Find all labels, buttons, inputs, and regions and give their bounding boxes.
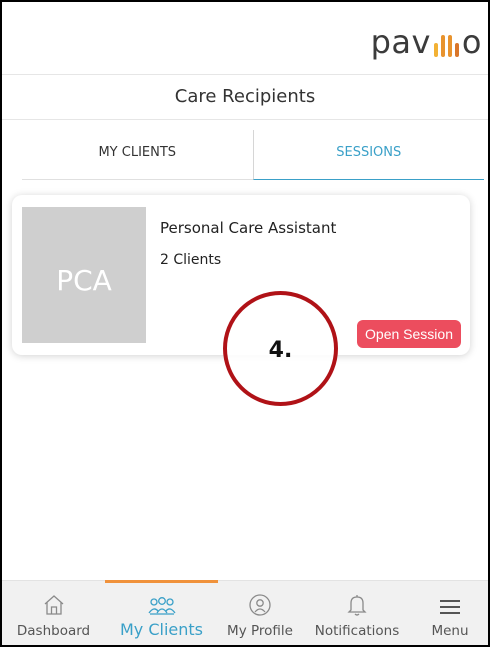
- nav-my-clients[interactable]: My Clients: [105, 580, 218, 645]
- bottom-nav: Dashboard My Clients My Profile Notifica…: [2, 580, 488, 645]
- nav-notifications[interactable]: Notifications: [302, 581, 412, 645]
- pavillio-logo: pav o: [371, 22, 482, 62]
- nav-menu[interactable]: Menu: [412, 581, 488, 645]
- tab-my-clients[interactable]: MY CLIENTS: [22, 130, 253, 180]
- nav-my-clients-label: My Clients: [119, 620, 203, 639]
- open-session-button[interactable]: Open Session: [357, 320, 461, 348]
- nav-dashboard-label: Dashboard: [16, 623, 91, 639]
- avatar-initials: PCA: [56, 263, 112, 297]
- page-title-bar: Care Recipients: [2, 75, 488, 120]
- logo-bar: [433, 43, 438, 57]
- logo-bar: [454, 43, 459, 57]
- top-bar: pav o: [2, 2, 488, 75]
- nav-my-profile[interactable]: My Profile: [218, 581, 302, 645]
- menu-icon: [412, 581, 488, 617]
- nav-notifications-label: Notifications: [314, 623, 400, 639]
- logo-text-left: pav: [370, 23, 431, 61]
- clients-icon: [105, 581, 218, 617]
- logo-bar: [440, 35, 445, 57]
- tab-sessions-label: SESSIONS: [336, 145, 402, 160]
- nav-my-profile-label: My Profile: [227, 623, 293, 639]
- step-annotation-label: 4.: [268, 338, 293, 363]
- step-annotation-marker: 4.: [223, 291, 338, 406]
- logo-text-right: o: [461, 23, 482, 61]
- nav-dashboard[interactable]: Dashboard: [2, 581, 105, 645]
- logo-bars-icon: [433, 29, 459, 57]
- home-icon: [2, 581, 105, 617]
- tab-bar: MY CLIENTS SESSIONS: [22, 130, 484, 180]
- card-avatar: PCA: [22, 207, 146, 343]
- profile-icon: [218, 581, 302, 617]
- card-title: Personal Care Assistant: [160, 219, 337, 237]
- nav-menu-label: Menu: [431, 623, 469, 639]
- app-frame: pav o Care Recipients MY CLIENTS SESSION…: [0, 0, 490, 647]
- tab-sessions[interactable]: SESSIONS: [252, 130, 484, 180]
- card-client-count: 2 Clients: [160, 252, 222, 268]
- page-title: Care Recipients: [174, 86, 316, 107]
- logo-bar: [447, 35, 452, 57]
- tab-my-clients-label: MY CLIENTS: [98, 145, 177, 160]
- bell-icon: [302, 581, 412, 617]
